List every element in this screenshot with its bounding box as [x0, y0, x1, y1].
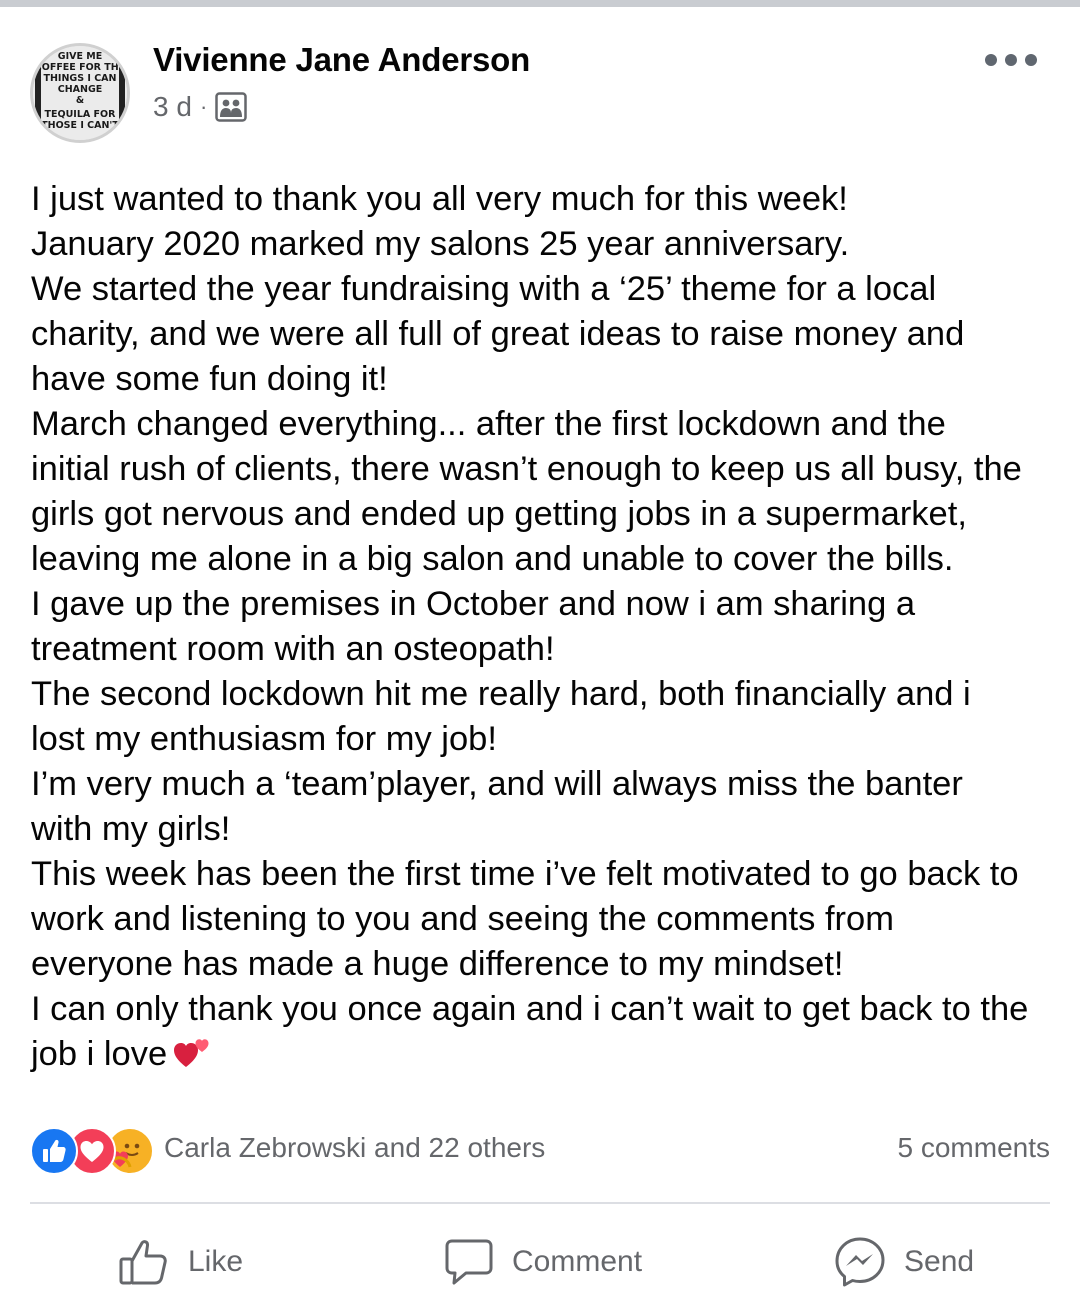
post-line: We started the year fundraising with a ‘…: [31, 270, 937, 308]
comment-button[interactable]: Comment: [444, 1227, 642, 1297]
post-line: lost my enthusiasm for my job!: [31, 720, 497, 758]
send-label: Send: [904, 1245, 975, 1278]
thumbs-up-icon: [119, 1240, 167, 1285]
reactions-summary: Carla Zebrowski and 22 others 5 comments: [30, 1125, 1050, 1175]
avatar-sign-image: GIVE ME COFFEE FOR THE THINGS I CAN CHAN…: [33, 46, 127, 140]
post-actions: Like Comment Send: [0, 1227, 1080, 1297]
avatar-line: THOSE I CAN'T: [41, 120, 119, 131]
post-line: everyone has made a huge difference to m…: [31, 945, 844, 983]
avatar-line: THINGS I CAN: [44, 73, 117, 84]
avatar-line: COFFEE FOR THE: [35, 62, 125, 73]
divider: [30, 1202, 1050, 1204]
post-line: with my girls!: [31, 810, 231, 848]
post-line: leaving me alone in a big salon and unab…: [31, 540, 954, 578]
comment-bubble-icon: [445, 1239, 493, 1285]
avatar-line: &: [76, 95, 84, 106]
post-card: GIVE ME COFFEE FOR THE THINGS I CAN CHAN…: [0, 7, 1080, 1308]
send-button[interactable]: Send: [834, 1227, 974, 1297]
post-last-line: job i love: [31, 1032, 1056, 1081]
avatar-line: CHANGE: [58, 84, 103, 95]
post-line: The second lockdown hit me really hard, …: [31, 675, 971, 713]
post-line: job i love: [31, 1035, 168, 1073]
avatar[interactable]: GIVE ME COFFEE FOR THE THINGS I CAN CHAN…: [30, 43, 130, 143]
more-options-button[interactable]: [985, 45, 1037, 75]
more-dot-icon: [1025, 54, 1037, 66]
post-line: I’m very much a ‘team’player, and will a…: [31, 765, 963, 803]
messenger-icon: [835, 1237, 885, 1287]
post-line: I just wanted to thank you all very much…: [31, 180, 848, 218]
post-body: I just wanted to thank you all very much…: [31, 177, 1056, 1081]
avatar-line: GIVE ME: [58, 51, 102, 62]
post-line: have some fun doing it!: [31, 360, 388, 398]
more-dot-icon: [1005, 54, 1017, 66]
two-hearts-emoji-icon: [173, 1035, 213, 1081]
post-line: January 2020 marked my salons 25 year an…: [31, 225, 850, 263]
post-line: treatment room with an osteopath!: [31, 630, 555, 668]
post-line: This week has been the first time i’ve f…: [31, 855, 1019, 893]
post-line: girls got nervous and ended up getting j…: [31, 495, 967, 533]
post-line: work and listening to you and seeing the…: [31, 900, 894, 938]
meta-separator: ·: [199, 94, 208, 119]
avatar-line: TEQUILA FOR: [45, 109, 117, 120]
post-time[interactable]: 3 d: [153, 91, 192, 123]
reaction-names[interactable]: Carla Zebrowski and 22 others: [164, 1132, 545, 1164]
post-meta: 3 d ·: [153, 91, 248, 123]
post-line: charity, and we were all full of great i…: [31, 315, 965, 353]
like-label: Like: [188, 1245, 244, 1278]
like-reaction-icon: [30, 1127, 78, 1175]
post-line: initial rush of clients, there wasn’t en…: [31, 450, 1022, 488]
more-dot-icon: [985, 54, 997, 66]
comment-label: Comment: [512, 1245, 643, 1278]
top-separator: [0, 0, 1080, 7]
group-audience-icon[interactable]: [215, 92, 248, 122]
reaction-icons[interactable]: [30, 1127, 160, 1175]
post-line: I gave up the premises in October and no…: [31, 585, 916, 623]
comments-count[interactable]: 5 comments: [898, 1132, 1051, 1164]
like-button[interactable]: Like: [118, 1227, 243, 1297]
post-line: I can only thank you once again and i ca…: [31, 990, 1029, 1028]
author-name[interactable]: Vivienne Jane Anderson: [153, 41, 530, 79]
post-line: March changed everything... after the fi…: [31, 405, 946, 443]
